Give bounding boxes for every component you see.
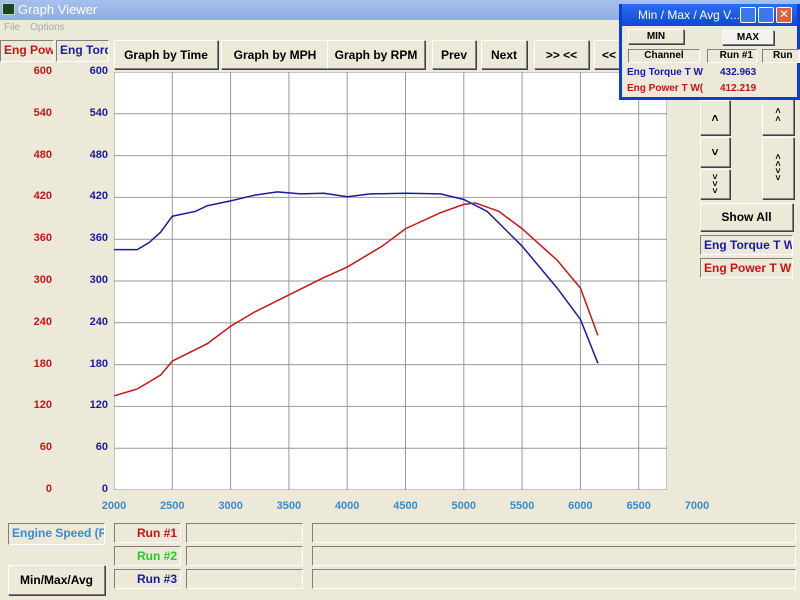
y-tick-right: 600 (89, 65, 108, 77)
y-tick-right: 120 (89, 399, 108, 412)
x-tick: 4500 (393, 500, 418, 512)
run-value-field (186, 523, 303, 543)
double-chevron-up-icon: ˄ ˄ (775, 106, 781, 124)
run-value-field (312, 523, 796, 543)
col-run2: Run (762, 49, 800, 63)
x-tick: 6500 (626, 500, 651, 512)
run-value-field (186, 546, 303, 566)
y-tick-left: 300 (33, 274, 52, 286)
menu-options[interactable]: Options (30, 22, 64, 33)
plot-area (114, 72, 667, 490)
y-tick-left: 480 (33, 148, 52, 161)
y-tick-right: 180 (89, 357, 108, 370)
y-tick-right: 60 (95, 441, 108, 454)
menu-bar: File Options (0, 20, 79, 36)
y-tick-right: 480 (89, 148, 108, 161)
row-name: Eng Torque T W (627, 67, 703, 78)
triple-chevron-down-icon: ˅ ˅ ˅ (712, 171, 718, 196)
close-button[interactable]: ✕ (776, 7, 792, 23)
app-icon (2, 3, 15, 15)
toolbar-button-2[interactable]: Graph by RPM (327, 40, 425, 69)
x-tick: 3500 (276, 500, 302, 512)
x-tick: 2000 (101, 500, 127, 512)
run-value-field (186, 569, 303, 589)
x-tick: 6000 (568, 500, 593, 512)
row-name: Eng Power T W( (627, 83, 704, 94)
toolbar-button-0[interactable]: Graph by Time (114, 40, 218, 69)
show-all-button[interactable]: Show All (700, 203, 793, 231)
right-axis-channel[interactable]: Eng Torq (56, 40, 109, 62)
y-tick-right: 0 (101, 483, 108, 495)
min-max-avg-button[interactable]: Min/Max/Avg (8, 565, 105, 595)
y-tick-left: 0 (45, 483, 52, 495)
x-tick: 2500 (160, 500, 185, 512)
y-tick-right: 540 (89, 106, 108, 119)
x-tick: 4000 (334, 500, 360, 512)
y-tick-left: 360 (33, 232, 52, 245)
y-tick-right: 300 (89, 274, 108, 286)
menu-file[interactable]: File (4, 22, 20, 33)
toolbar-button-1[interactable]: Graph by MPH (221, 40, 329, 69)
scroll-up-button[interactable]: ˄ (700, 100, 730, 135)
run-label-1: Run #1 (114, 523, 181, 543)
y-tick-right: 420 (89, 190, 108, 203)
x-axis-channel[interactable]: Engine Speed (RI (8, 523, 105, 545)
y-tick-left: 180 (33, 357, 52, 370)
toolbar-button-5[interactable]: >> << (534, 40, 589, 69)
chevron-updown-icon: ˄ ˄ ˅ ˅ (775, 152, 781, 183)
col-channel: Channel (628, 49, 700, 63)
maximize-button[interactable] (758, 7, 774, 23)
y-tick-left: 420 (33, 190, 52, 203)
scroll-down-button[interactable]: ˅ (700, 137, 730, 167)
chevron-up-icon: ˄ (711, 110, 719, 125)
minimize-button[interactable] (740, 7, 756, 23)
min-tab[interactable]: MIN (628, 29, 684, 44)
zoom-in-button[interactable]: ˄ ˄ (762, 95, 794, 135)
x-tick: 7000 (684, 500, 710, 512)
chevron-down-icon: ˅ (711, 145, 719, 159)
y-tick-left: 540 (33, 106, 52, 119)
y-tick-left: 600 (33, 65, 52, 77)
x-tick: 5500 (509, 500, 535, 512)
run-value-field (312, 569, 796, 589)
row-value: 412.219 (720, 83, 757, 94)
legend-power[interactable]: Eng Power T WC (700, 258, 793, 278)
y-tick-left: 120 (33, 399, 52, 412)
col-run1: Run #1 (707, 49, 757, 63)
run-label-3: Run #3 (114, 569, 181, 589)
y-tick-right: 360 (89, 232, 108, 245)
x-tick: 3000 (218, 500, 243, 512)
row-value: 432.963 (720, 67, 757, 78)
popup-title: Min / Max / Avg V... (638, 8, 741, 22)
left-axis-channel[interactable]: Eng Powe (0, 40, 54, 62)
y-tick-left: 240 (33, 315, 52, 328)
y-tick-right: 240 (89, 315, 108, 328)
scroll-down-fast-button[interactable]: ˅ ˅ ˅ (700, 169, 730, 199)
toolbar-button-4[interactable]: Next (481, 40, 527, 69)
toolbar-button-3[interactable]: Prev (432, 40, 476, 69)
zoom-out-button[interactable]: ˄ ˄ ˅ ˅ (762, 137, 794, 199)
run-value-field (312, 546, 796, 566)
run-label-2: Run #2 (114, 546, 181, 566)
max-tab[interactable]: MAX (722, 30, 774, 45)
window-title: Graph Viewer (18, 2, 98, 17)
close-icon: ✕ (778, 7, 790, 21)
x-tick: 5000 (451, 500, 477, 512)
legend-torque[interactable]: Eng Torque T W (700, 235, 793, 255)
y-tick-left: 60 (39, 441, 52, 454)
